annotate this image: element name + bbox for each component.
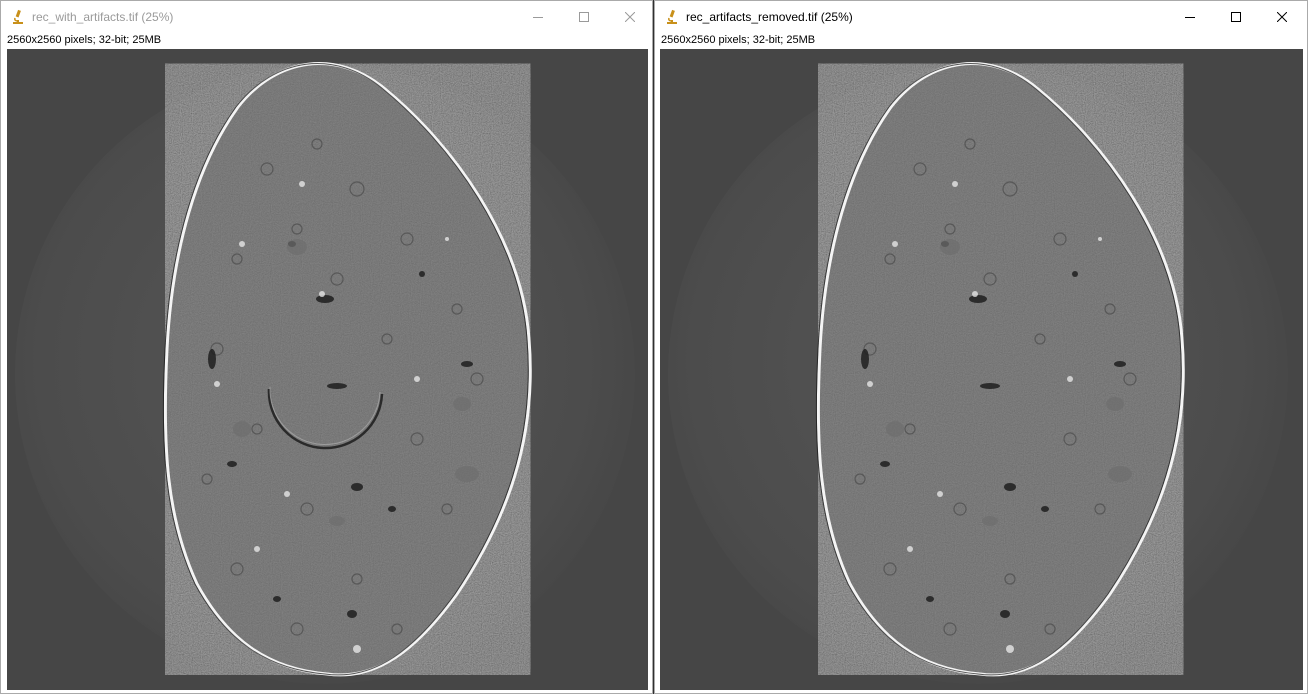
image-canvas[interactable] (7, 49, 648, 690)
window-title: rec_artifacts_removed.tif (25%) (686, 10, 853, 24)
ct-slice-image (7, 49, 648, 690)
window-titlebar[interactable]: rec_with_artifacts.tif (25%) (1, 1, 652, 33)
close-icon (1277, 12, 1287, 22)
image-window-with-artifacts[interactable]: rec_with_artifacts.tif (25%) 2560x2560 p… (0, 0, 653, 694)
ct-slice-image (660, 49, 1303, 690)
image-window-artifacts-removed[interactable]: rec_artifacts_removed.tif (25%) 2560x256… (654, 0, 1308, 694)
maximize-icon (579, 12, 589, 22)
window-titlebar[interactable]: rec_artifacts_removed.tif (25%) (655, 1, 1307, 33)
close-button[interactable] (1259, 1, 1305, 33)
minimize-icon (1185, 17, 1195, 18)
image-info: 2560x2560 pixels; 32-bit; 25MB (7, 34, 162, 46)
close-icon (625, 12, 635, 22)
window-title: rec_with_artifacts.tif (25%) (32, 10, 174, 24)
microscope-icon (13, 9, 23, 24)
minimize-button[interactable] (1167, 1, 1213, 33)
microscope-icon (667, 9, 677, 24)
maximize-icon (1231, 12, 1241, 22)
maximize-button[interactable] (1213, 1, 1259, 33)
minimize-button[interactable] (515, 1, 561, 33)
minimize-icon (533, 17, 543, 18)
image-info: 2560x2560 pixels; 32-bit; 25MB (661, 34, 816, 46)
maximize-button[interactable] (561, 1, 607, 33)
close-button[interactable] (607, 1, 653, 33)
image-canvas[interactable] (660, 49, 1303, 690)
